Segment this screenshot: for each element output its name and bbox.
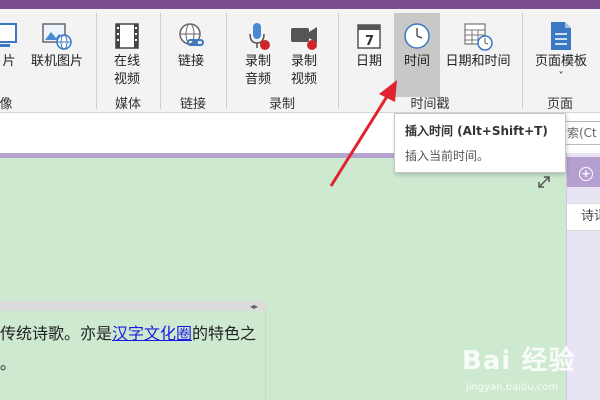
add-page-icon[interactable]: + bbox=[579, 167, 593, 181]
date-and-time-button[interactable]: 日期和时间 bbox=[442, 13, 514, 97]
page-templates-button[interactable]: 页面模板 ˅ bbox=[530, 13, 592, 97]
online-picture-icon bbox=[41, 19, 73, 53]
hyperlink[interactable]: 汉字文化圈 bbox=[112, 324, 192, 343]
annotation-arrow-icon bbox=[329, 80, 397, 187]
record-video-button[interactable]: 录制 视频 bbox=[282, 13, 326, 97]
group-separator bbox=[522, 13, 523, 109]
group-label-images: 像 bbox=[0, 97, 13, 112]
watermark-logo: Bai 经验 bbox=[462, 346, 576, 376]
group-label-recording: 录制 bbox=[268, 97, 295, 112]
tooltip-title: 插入时间 (Alt+Shift+T) bbox=[405, 124, 548, 138]
text-segment: 传统诗歌。亦是 bbox=[0, 324, 113, 343]
group-separator bbox=[96, 13, 97, 109]
picture-icon bbox=[0, 19, 21, 53]
content-text-line: 。 bbox=[0, 354, 17, 373]
button-label-line2: 视频 bbox=[290, 72, 317, 87]
content-text-line: 传统诗歌。亦是汉字文化圈的特色之 bbox=[0, 320, 256, 344]
button-label: 日期 bbox=[355, 54, 382, 69]
group-label-media: 媒体 bbox=[114, 97, 141, 112]
button-label-line1: 录制 bbox=[244, 54, 271, 69]
button-label-line2: 视频 bbox=[113, 72, 140, 87]
button-label: 联机图片 bbox=[30, 54, 83, 69]
expand-icon[interactable] bbox=[536, 174, 552, 190]
dropdown-chevron: ˅ bbox=[558, 71, 564, 82]
group-label-pages: 页面 bbox=[546, 97, 573, 112]
page-list-item[interactable]: 诗词 bbox=[567, 203, 600, 231]
video-camera-icon bbox=[288, 19, 320, 53]
online-video-button[interactable]: 在线 视频 bbox=[104, 13, 150, 97]
button-label: 片 bbox=[2, 54, 16, 69]
note-container-handle-bar[interactable] bbox=[0, 301, 266, 311]
button-label: 时间 bbox=[403, 54, 430, 69]
title-bar-strip bbox=[0, 0, 600, 9]
button-label-line1: 在线 bbox=[113, 54, 140, 69]
film-icon bbox=[111, 19, 143, 53]
tooltip-description: 插入当前时间。 bbox=[405, 149, 490, 163]
record-audio-button[interactable]: 录制 音频 bbox=[236, 13, 280, 97]
button-label: 日期和时间 bbox=[445, 54, 511, 69]
group-separator bbox=[160, 13, 161, 109]
calendar-clock-icon bbox=[462, 19, 494, 53]
globe-link-icon bbox=[175, 19, 207, 53]
add-page-header[interactable]: + bbox=[567, 157, 600, 187]
ribbon: 片 联机图片 在线 视频 链接 录制 音频 录制 视频 7 日期 时间 日期和时… bbox=[0, 9, 600, 113]
button-label: 页面模板 bbox=[534, 54, 587, 69]
search-input[interactable]: 索(Ct bbox=[564, 121, 600, 145]
svg-text:7: 7 bbox=[365, 34, 374, 49]
group-label-links: 链接 bbox=[179, 97, 206, 112]
button-label-line1: 录制 bbox=[290, 54, 317, 69]
group-separator bbox=[226, 13, 227, 109]
calendar-icon: 7 bbox=[353, 19, 385, 53]
online-pictures-button[interactable]: 联机图片 bbox=[26, 13, 88, 97]
page-template-icon bbox=[545, 19, 577, 53]
resize-handle-icon[interactable]: ◂▸ bbox=[250, 302, 258, 311]
clock-icon bbox=[401, 19, 433, 53]
pictures-button[interactable]: 片 bbox=[0, 13, 22, 97]
watermark-url: jingyan.baidu.com bbox=[466, 382, 559, 393]
tooltip: 插入时间 (Alt+Shift+T) 插入当前时间。 bbox=[394, 113, 566, 173]
button-label-line2: 音频 bbox=[244, 72, 271, 87]
microphone-icon bbox=[242, 19, 274, 53]
text-segment: 的特色之 bbox=[192, 324, 257, 343]
link-button[interactable]: 链接 bbox=[168, 13, 214, 97]
button-label: 链接 bbox=[177, 54, 204, 69]
watermark: Bai 经验 jingyan.baidu.com bbox=[462, 340, 598, 400]
